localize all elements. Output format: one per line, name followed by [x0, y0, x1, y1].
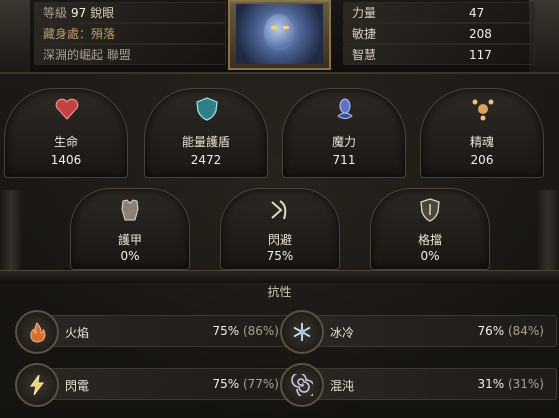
resistance-name: 混沌	[330, 379, 355, 393]
attribute-label: 力量	[352, 6, 377, 20]
defense-evasion[interactable]: 閃避 75%	[220, 188, 340, 270]
hideout-label: 藏身處：	[43, 27, 92, 41]
guild-row[interactable]: 深淵的崛起 聯盟	[34, 44, 226, 65]
stat-label: 生命	[53, 135, 78, 149]
defense-label: 護甲	[117, 233, 142, 247]
portrait-eye-left	[271, 26, 277, 29]
portrait-eye-right	[283, 26, 289, 29]
fire-icon	[15, 310, 59, 354]
spirit-icon	[468, 94, 498, 124]
left-gargoyle-ornament	[0, 0, 30, 72]
portrait-face	[264, 14, 294, 50]
attribute-row-dexterity[interactable]: 敏捷 208	[343, 23, 535, 44]
resistance-cold[interactable]: 冰冷 76% (84%)	[280, 310, 557, 354]
lightning-icon	[15, 363, 59, 407]
mana-icon	[330, 94, 360, 124]
resistance-value-group: 75% (77%)	[212, 377, 279, 391]
hideout-row[interactable]: 藏身處： 殞落	[34, 23, 226, 44]
class-name: 銳眼	[90, 6, 115, 20]
cold-icon	[280, 310, 324, 354]
stone-ledge-divider	[0, 270, 559, 283]
attribute-row-intelligence[interactable]: 智慧 117	[343, 44, 535, 65]
guild-name: 深淵的崛起 聯盟	[43, 48, 131, 62]
resistance-name: 閃電	[65, 379, 90, 393]
attribute-row-strength[interactable]: 力量 47	[343, 2, 535, 23]
character-header: 等級 97 銳眼 藏身處： 殞落 深淵的崛起 聯盟 力量 47 敏捷 208 智…	[0, 0, 559, 74]
resistance-value: 76%	[477, 324, 505, 338]
defense-armour[interactable]: 護甲 0%	[70, 188, 190, 270]
stat-life[interactable]: 生命 1406	[4, 88, 128, 178]
hideout-name: 殞落	[91, 27, 116, 41]
defense-label: 閃避	[267, 233, 292, 247]
block-icon	[415, 195, 445, 225]
heart-icon	[52, 94, 82, 124]
shield-icon	[192, 94, 222, 124]
armour-icon	[115, 195, 145, 225]
level-label: 等級	[43, 6, 68, 20]
resistance-value-group: 31% (31%)	[477, 377, 544, 391]
resistance-fire[interactable]: 火焰 75% (86%)	[15, 310, 292, 354]
resistance-value: 75%	[212, 377, 240, 391]
resistance-lightning[interactable]: 閃電 75% (77%)	[15, 363, 292, 407]
resistance-chaos[interactable]: 混沌 31% (31%)	[280, 363, 557, 407]
attribute-value: 47	[469, 5, 485, 20]
defense-value: 0%	[420, 249, 440, 263]
stat-energy-shield[interactable]: 能量護盾 2472	[144, 88, 268, 178]
resistance-max: (84%)	[507, 324, 544, 338]
resistance-value: 75%	[212, 324, 240, 338]
character-portrait-frame[interactable]	[228, 0, 331, 70]
defense-value: 0%	[120, 249, 140, 263]
resistance-max: (86%)	[242, 324, 279, 338]
stat-value: 2472	[190, 153, 222, 167]
stat-label: 精魂	[469, 135, 494, 149]
attribute-label: 智慧	[352, 48, 377, 62]
resistance-value-group: 75% (86%)	[212, 324, 279, 338]
level-value: 97	[71, 5, 87, 20]
stat-label: 能量護盾	[181, 135, 230, 149]
resistances-title: 抗性	[267, 285, 292, 299]
defense-value: 75%	[266, 249, 294, 263]
resistance-value-group: 76% (84%)	[477, 324, 544, 338]
chaos-icon	[280, 363, 324, 407]
stat-mana[interactable]: 魔力 711	[282, 88, 406, 178]
stone-pillar	[0, 190, 22, 270]
resistance-name: 冰冷	[330, 326, 355, 340]
stat-value: 1406	[50, 153, 82, 167]
stat-value: 206	[470, 153, 494, 167]
evasion-icon	[265, 195, 295, 225]
stone-pillar	[537, 190, 559, 270]
resistance-name: 火焰	[65, 326, 90, 340]
attribute-value: 208	[469, 26, 492, 41]
character-portrait	[236, 4, 323, 64]
resistance-max: (31%)	[507, 377, 544, 391]
defense-label: 格擋	[417, 233, 442, 247]
resistance-value: 31%	[477, 377, 505, 391]
attribute-value: 117	[469, 47, 492, 62]
resistance-max: (77%)	[242, 377, 279, 391]
stat-spirit[interactable]: 精魂 206	[420, 88, 544, 178]
stat-value: 711	[332, 153, 356, 167]
stat-label: 魔力	[331, 135, 356, 149]
attribute-label: 敏捷	[352, 27, 377, 41]
defense-block[interactable]: 格擋 0%	[370, 188, 490, 270]
level-row: 等級 97 銳眼	[34, 2, 226, 23]
